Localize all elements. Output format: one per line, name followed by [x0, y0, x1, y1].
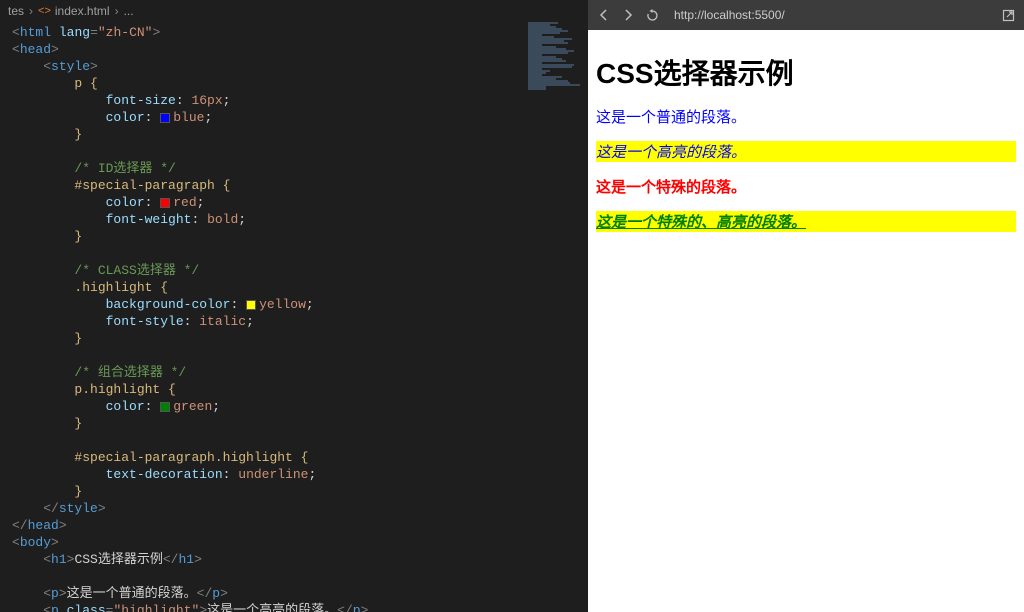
reload-button[interactable] — [644, 7, 660, 23]
browser-pane: CSS选择器示例 这是一个普通的段落。 这是一个高亮的段落。 这是一个特殊的段落… — [588, 0, 1024, 612]
browser-toolbar — [588, 0, 1024, 30]
breadcrumb-folder: tes — [8, 4, 24, 18]
preview-paragraph-normal: 这是一个普通的段落。 — [596, 106, 1016, 127]
back-button[interactable] — [596, 7, 612, 23]
preview-heading: CSS选择器示例 — [596, 52, 1016, 92]
arrow-right-icon — [622, 9, 634, 21]
preview-paragraph-highlight: 这是一个高亮的段落。 — [596, 141, 1016, 162]
preview-paragraph-special: 这是一个特殊的段落。 — [596, 176, 1016, 197]
breadcrumb-sep: › — [115, 4, 119, 18]
color-swatch-green — [160, 402, 170, 412]
code-editor[interactable]: <html lang="zh-CN"> <head> <style> p { f… — [0, 22, 588, 612]
arrow-left-icon — [598, 9, 610, 21]
editor-pane: tes › <> index.html › ... <html lang="zh… — [0, 0, 588, 612]
breadcrumb-file: index.html — [55, 4, 110, 18]
url-input[interactable] — [668, 5, 992, 25]
minimap[interactable] — [528, 22, 588, 92]
breadcrumb-more: ... — [124, 4, 134, 18]
open-external-button[interactable] — [1000, 7, 1016, 23]
reload-icon — [646, 9, 659, 22]
preview-paragraph-special-highlight: 这是一个特殊的、高亮的段落。 — [596, 211, 1016, 232]
html-file-icon: <> — [38, 5, 51, 17]
color-swatch-red — [160, 198, 170, 208]
breadcrumb-sep: › — [29, 4, 33, 18]
preview-content: CSS选择器示例 这是一个普通的段落。 这是一个高亮的段落。 这是一个特殊的段落… — [588, 30, 1024, 612]
color-swatch-yellow — [246, 300, 256, 310]
breadcrumb[interactable]: tes › <> index.html › ... — [0, 0, 588, 22]
color-swatch-blue — [160, 113, 170, 123]
external-link-icon — [1002, 9, 1015, 22]
forward-button[interactable] — [620, 7, 636, 23]
